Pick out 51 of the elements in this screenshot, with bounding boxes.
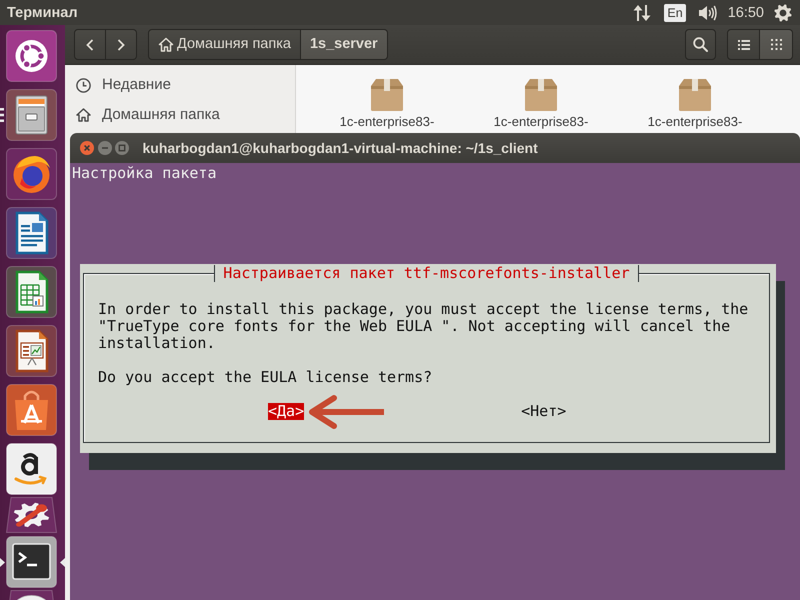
file-item[interactable]: 1c-enterprise83- <box>618 78 772 129</box>
cardboard-box-icon <box>368 78 406 112</box>
view-button[interactable] <box>727 29 760 60</box>
grid-icon <box>770 39 782 50</box>
presentation-icon[interactable] <box>6 325 57 377</box>
dialog-title: Настраивается пакет ttf-mscorefonts-installer <box>214 265 639 282</box>
spreadsheet-icon[interactable] <box>6 266 57 318</box>
cardboard-box-icon <box>522 78 560 112</box>
forward-button[interactable] <box>106 29 137 60</box>
list-icon <box>738 40 750 50</box>
volume-icon[interactable] <box>698 4 718 22</box>
path-button[interactable]: 1s_server <box>300 29 388 60</box>
sidebar-item[interactable]: Домашняя папка <box>65 100 295 130</box>
dialog-button[interactable]: <Нет> <box>521 403 566 420</box>
window-title: kuharbogdan1@kuharbogdan1-virtual-machine: ~/1s_client <box>142 138 538 158</box>
file-item[interactable]: 1c-enterprise83- <box>310 78 464 129</box>
text-document-icon[interactable] <box>6 207 57 259</box>
app-title: Терминал <box>7 4 78 22</box>
fox-globe-icon[interactable] <box>6 148 57 200</box>
clock[interactable]: 16:50 <box>728 4 764 22</box>
home-icon <box>76 108 91 122</box>
network-icon[interactable] <box>633 4 652 22</box>
search-button[interactable] <box>685 29 716 60</box>
dialog-message: Do you accept the EULA license terms? <box>98 369 434 386</box>
keyboard-layout-indicator[interactable]: En <box>664 4 686 22</box>
dialog-button[interactable]: <Да> <box>268 403 304 420</box>
back-button[interactable] <box>74 29 106 60</box>
cardboard-box-icon <box>676 78 714 112</box>
file-item[interactable]: 1c-enterprise83- <box>464 78 618 129</box>
minimize-icon <box>98 141 112 155</box>
maximize-button[interactable] <box>115 141 129 155</box>
file-cabinet-icon[interactable] <box>6 89 57 141</box>
path-button[interactable]: Домашняя папка <box>148 29 301 60</box>
view-button[interactable] <box>760 29 793 60</box>
search-icon <box>693 37 708 52</box>
terminal-icon[interactable] <box>6 536 57 588</box>
close-icon <box>80 141 94 155</box>
dialog-message: In order to install this package, you must accept the license terms, the "TrueType core fonts for the Web EULA ". Not accepting will cancel the installation. <box>98 301 750 352</box>
home-icon <box>158 37 174 52</box>
chevron-left-icon <box>84 38 95 52</box>
gear-icon[interactable] <box>774 4 792 22</box>
minimize-button[interactable] <box>98 141 112 155</box>
clock-icon <box>76 78 91 92</box>
terminal-line: Настройка пакета <box>72 165 216 182</box>
shopping-bag-icon[interactable] <box>6 384 57 436</box>
sidebar-item[interactable]: Недавние <box>65 70 295 100</box>
ring-logo-icon[interactable] <box>6 30 57 82</box>
gear-wrench-icon[interactable] <box>6 497 57 533</box>
chevron-right-icon <box>116 38 126 52</box>
close-button[interactable] <box>80 141 94 155</box>
maximize-icon <box>115 141 129 155</box>
